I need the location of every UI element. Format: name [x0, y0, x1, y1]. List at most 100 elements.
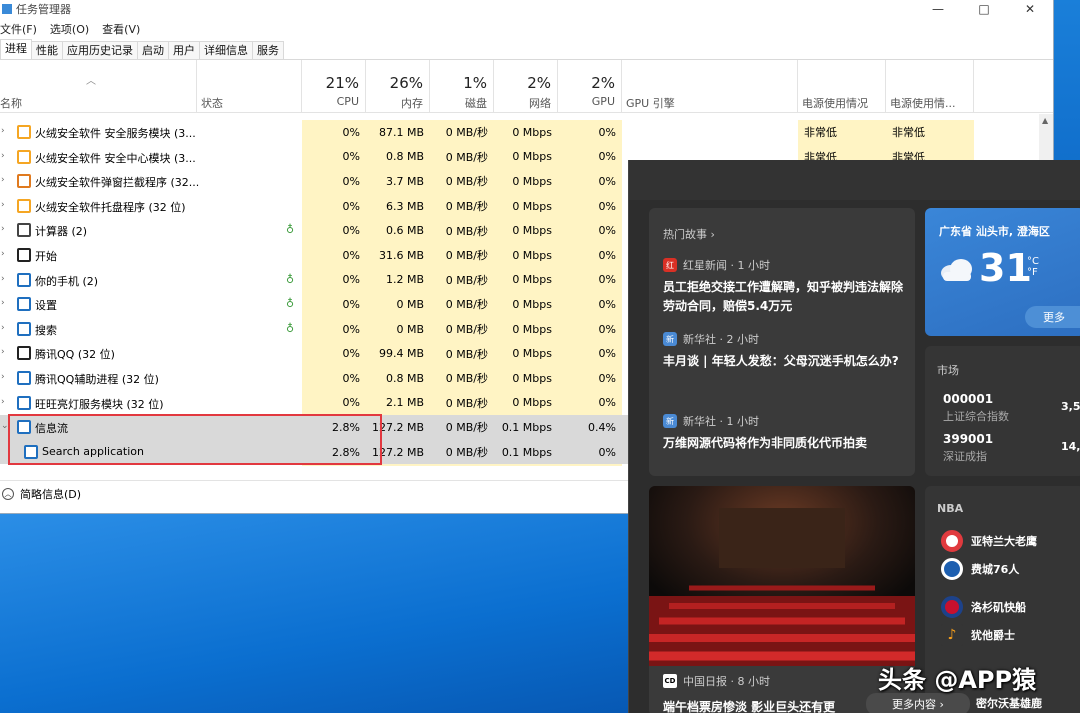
story-item[interactable]: 红红星新闻 · 1 小时 员工拒绝交接工作遭解聘，知乎被判违法解除劳动合同，赔偿…: [663, 258, 903, 316]
cell-disk: 0 MB/秒: [430, 316, 494, 342]
cell-gpu: 0.4%: [558, 415, 622, 440]
cell-net: 0 Mbps: [494, 341, 558, 366]
team-item[interactable]: 亚特兰大老鹰: [941, 530, 1037, 552]
weather-card[interactable]: 广东省 汕头市, 澄海区 31 °C °F 更多: [925, 208, 1080, 336]
search-icon: [17, 321, 31, 336]
expand-icon[interactable]: ›: [1, 175, 5, 185]
process-name: 计算器 (2): [35, 225, 88, 239]
huorong-icon: [17, 198, 31, 213]
tab-details[interactable]: 详细信息: [199, 41, 253, 59]
column-disk[interactable]: 1% 磁盘: [430, 60, 494, 113]
minimize-button[interactable]: —: [915, 0, 961, 18]
qq-icon: [17, 346, 31, 361]
team-item[interactable]: 费城76人: [941, 558, 1019, 580]
tab-app-history[interactable]: 应用历史记录: [62, 41, 138, 59]
process-name: 火绒安全软件 安全服务模块 (3...: [35, 127, 196, 140]
column-power-trend[interactable]: 电源使用情...: [886, 60, 974, 113]
column-cpu[interactable]: 21% CPU: [302, 60, 366, 113]
fewer-details-link[interactable]: 简略信息(D): [20, 486, 81, 502]
cell-disk: 0 MB/秒: [430, 144, 494, 170]
table-row[interactable]: › 火绒安全软件 安全服务模块 (3... 0% 87.1 MB 0 MB/秒 0 Mbp…: [0, 120, 1053, 145]
column-power-usage[interactable]: 电源使用情况: [798, 60, 886, 113]
cell-disk: 0 MB/秒: [430, 366, 494, 391]
unit-toggle[interactable]: °C °F: [1027, 256, 1039, 278]
column-memory[interactable]: 26% 内存: [366, 60, 430, 113]
chinadaily-logo-icon: CD: [663, 674, 677, 688]
expand-icon[interactable]: ›: [1, 397, 5, 407]
cell-gpu: 0%: [558, 390, 622, 416]
cell-mem: 6.3 MB: [366, 193, 430, 219]
photo-story-card[interactable]: CD 中国日报 · 8 小时 端午档票房惨淡 影业巨头还有更: [649, 486, 915, 713]
tab-services[interactable]: 服务: [252, 41, 284, 59]
process-name: 你的手机 (2): [35, 274, 99, 288]
expand-icon[interactable]: ›: [1, 347, 5, 357]
window-title: 任务管理器: [16, 3, 71, 16]
story-title[interactable]: 丰月谈 | 年轻人发愁：父母沉迷手机怎么办?: [663, 352, 903, 371]
column-gpu-engine[interactable]: GPU 引擎: [622, 60, 798, 113]
weather-more-button[interactable]: 更多: [1025, 306, 1080, 328]
team-item[interactable]: 洛杉矶快船: [941, 596, 1026, 618]
cell-disk: 0 MB/秒: [430, 218, 494, 243]
cell-power: 非常低: [798, 120, 886, 145]
column-gpu[interactable]: 2% GPU: [558, 60, 622, 113]
expand-icon[interactable]: ›: [1, 224, 5, 234]
title-bar: 任务管理器 — □ ✕: [0, 0, 1053, 18]
market-card: 市场 000001 上证综合指数 3,5 399001 深证成指 14,29: [925, 346, 1080, 476]
story-title[interactable]: 万维网源代码将作为非同质化代币拍卖: [663, 434, 903, 453]
menu-options[interactable]: 选项(O): [50, 21, 89, 37]
clippers-logo-icon: [941, 596, 963, 618]
market-heading: 市场: [937, 364, 959, 377]
expand-icon[interactable]: ›: [1, 249, 5, 259]
top-stories-heading[interactable]: 热门故事 ›: [663, 226, 715, 242]
close-button[interactable]: ✕: [1007, 0, 1053, 18]
expand-icon[interactable]: ›: [1, 200, 5, 210]
team-item[interactable]: ♪ 犹他爵士: [941, 624, 1015, 646]
cell-cpu: 0%: [302, 390, 366, 416]
more-content-button[interactable]: 更多内容 ›: [866, 693, 970, 713]
process-name: 旺旺亮灯服务模块 (32 位): [35, 397, 164, 411]
expand-icon[interactable]: ›: [1, 274, 5, 284]
cell-mem: 0.8 MB: [366, 366, 430, 391]
expand-icon[interactable]: ›: [1, 151, 5, 161]
cell-cpu: 0%: [302, 243, 366, 268]
cell-disk: 0 MB/秒: [430, 415, 494, 440]
market-item[interactable]: 399001 深证成指 14,29: [943, 432, 1080, 464]
cell-gpu: 0%: [558, 120, 622, 145]
column-network[interactable]: 2% 网络: [494, 60, 558, 113]
market-item[interactable]: 000001 上证综合指数 3,5: [943, 392, 1080, 424]
cell-mem: 31.6 MB: [366, 243, 430, 268]
tab-startup[interactable]: 启动: [137, 41, 169, 59]
menu-bar: 文件(F) 选项(O) 查看(V): [0, 18, 1053, 40]
tab-processes[interactable]: 进程: [0, 39, 32, 59]
expand-icon[interactable]: ›: [1, 372, 5, 382]
tab-performance[interactable]: 性能: [31, 41, 63, 59]
expand-icon[interactable]: ›: [1, 323, 5, 333]
collapse-icon[interactable]: ⌄: [1, 421, 9, 431]
sort-up-icon: ︿: [86, 76, 96, 87]
fewer-details-icon[interactable]: ︿: [2, 487, 14, 500]
cell-net: 0 Mbps: [494, 193, 558, 219]
story-item[interactable]: 新新华社 · 1 小时 万维网源代码将作为非同质化代币拍卖: [663, 414, 903, 453]
column-name[interactable]: ︿ 名称: [0, 60, 197, 113]
search-icon: [24, 444, 38, 459]
cell-disk: 0 MB/秒: [430, 193, 494, 219]
jazz-logo-icon: ♪: [941, 624, 963, 646]
scroll-up-icon[interactable]: ▲: [1042, 116, 1048, 125]
news-and-interests-panel: 热门故事 › 红红星新闻 · 1 小时 员工拒绝交接工作遭解聘，知乎被判违法解除…: [628, 160, 1080, 713]
tab-users[interactable]: 用户: [168, 41, 200, 59]
column-status[interactable]: 状态: [197, 60, 302, 113]
cell-mem: 7.6 MB: [366, 464, 430, 466]
widget-top-strip: [629, 160, 1080, 200]
cell-mem: 0 MB: [366, 292, 430, 317]
menu-file[interactable]: 文件(F): [0, 21, 37, 37]
story-title[interactable]: 端午档票房惨淡 影业巨头还有更: [663, 698, 835, 713]
maximize-button[interactable]: □: [961, 0, 1007, 18]
cell-disk: 0 MB/秒: [430, 439, 494, 465]
story-item[interactable]: 新新华社 · 2 小时 丰月谈 | 年轻人发愁：父母沉迷手机怎么办?: [663, 332, 903, 371]
team-item[interactable]: 密尔沃基雄鹿: [976, 695, 1042, 711]
gear-icon: [17, 297, 31, 312]
story-title[interactable]: 员工拒绝交接工作遭解聘，知乎被判违法解除劳动合同，赔偿5.4万元: [663, 278, 903, 316]
menu-view[interactable]: 查看(V): [102, 21, 140, 37]
expand-icon[interactable]: ›: [1, 126, 5, 136]
expand-icon[interactable]: ›: [1, 298, 5, 308]
